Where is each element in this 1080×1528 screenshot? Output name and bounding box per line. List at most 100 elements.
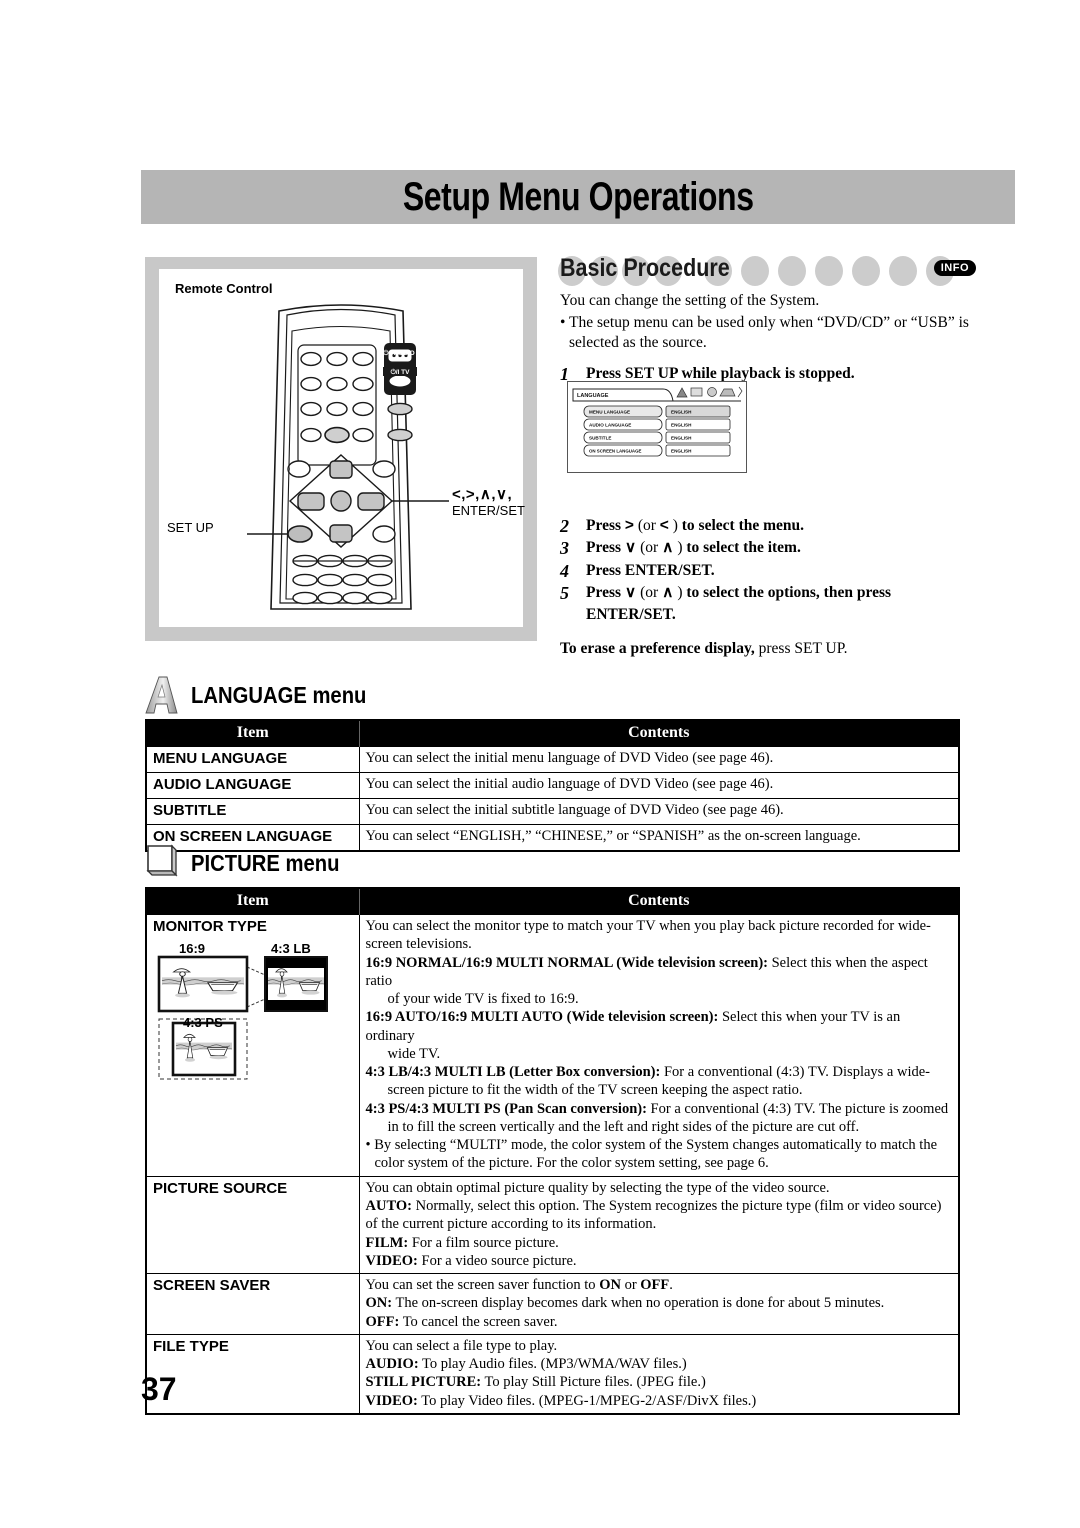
- remote-control-illustration: ⏻/I AUDIO ⏻/I TV ⏻/I TV: [247, 304, 449, 610]
- row-contents: You can select the monitor type to match…: [359, 914, 958, 1177]
- step-2-number: 2: [560, 516, 569, 536]
- step-5: 5 Press ∨ (or ∧ ) to select the options,…: [560, 583, 892, 623]
- contents-line: You can select the initial audio languag…: [365, 775, 774, 792]
- info-badge: INFO: [933, 260, 976, 276]
- basic-procedure-header: Basic Procedure INFO: [558, 254, 978, 288]
- picture-col-item: Item: [147, 889, 360, 915]
- row-item-label: MONITOR TYPE 16:9 4:3 LB 4:3 PS: [147, 914, 360, 1177]
- step-3: 3 Press ∨ (or ∧ ) to select the item.: [560, 537, 980, 558]
- contents-line: in to fill the screen vertically and the…: [387, 1118, 860, 1135]
- cursor-callout-label-line1: <,>,∧,∨,: [452, 486, 513, 503]
- erase-note-bold: To erase a preference display,: [560, 640, 755, 657]
- basic-procedure-bullet: • The setup menu can be used only when “…: [560, 313, 969, 352]
- contents-line: STILL PICTURE: To play Still Picture fil…: [365, 1374, 706, 1391]
- erase-note-rest: press SET UP.: [754, 640, 848, 657]
- figure-caption-169: 16:9: [179, 940, 206, 956]
- screen-icon: [146, 844, 178, 877]
- table-row: MONITOR TYPE 16:9 4:3 LB 4:3 PS You can …: [147, 914, 958, 1177]
- basic-procedure-intro: You can change the setting of the System…: [560, 292, 820, 309]
- contents-line: 16:9 AUTO/16:9 MULTI AUTO (Wide televisi…: [365, 1009, 901, 1044]
- svg-text:MENU LANGUAGE: MENU LANGUAGE: [589, 410, 630, 415]
- step-2: 2 Press > (or < ) to select the menu.: [560, 515, 980, 536]
- contents-line: You can select the monitor type to match…: [365, 918, 931, 953]
- svg-text:⏻/I TV: ⏻/I TV: [391, 368, 411, 376]
- language-col-item: Item: [147, 721, 360, 747]
- contents-line: You can select the initial subtitle lang…: [365, 801, 784, 818]
- step-4-number: 4: [560, 560, 569, 581]
- table-row: MENU LANGUAGE You can select the initial …: [147, 746, 958, 773]
- row-contents: You can obtain optimal picture quality b…: [359, 1175, 958, 1274]
- contents-line: VIDEO: To play Video files. (MPEG-1/MPEG…: [365, 1392, 757, 1409]
- row-item-label: FILE TYPE: [147, 1333, 360, 1413]
- right-arrow-glyph: >: [624, 517, 634, 534]
- row-contents: You can select a file type to play. AUDIO…: [359, 1333, 958, 1413]
- contents-line: 16:9 NORMAL/16:9 MULTI NORMAL (Wide tele…: [365, 954, 928, 989]
- contents-line: You can select “ENGLISH,” “CHINESE,” or …: [365, 827, 861, 844]
- page-number: 37: [141, 1371, 177, 1407]
- remote-control-figure: Remote Control ⏻/I AUDIO ⏻/I TV SET UP <…: [159, 269, 525, 627]
- row-contents: You can select the initial subtitle lang…: [359, 797, 958, 825]
- row-item-label: SCREEN SAVER: [147, 1273, 360, 1335]
- picture-menu-table: Item Contents MONITOR TYPE 16:9 4:3 LB 4…: [145, 887, 960, 1415]
- picture-section-heading: PICTURE menu: [145, 843, 360, 883]
- contents-line: ON: The on-screen display becomes dark w…: [365, 1295, 885, 1312]
- osd-tab-label: LANGUAGE: [577, 393, 609, 399]
- picture-section-title: PICTURE menu: [191, 849, 340, 876]
- osd-language-screenshot: LANGUAGE MENU LANGUAGE ENGLISH AUDIO LAN…: [567, 381, 747, 478]
- table-row: SCREEN SAVER You can set the screen saver…: [147, 1273, 958, 1335]
- contents-line: VIDEO: For a video source picture.: [365, 1252, 577, 1269]
- svg-text:ON SCREEN LANGUAGE: ON SCREEN LANGUAGE: [589, 449, 642, 454]
- svg-text:ENGLISH: ENGLISH: [671, 436, 692, 441]
- basic-procedure-title: Basic Procedure: [560, 254, 730, 282]
- table-row: AUDIO LANGUAGE You can select the initial…: [147, 771, 958, 799]
- row-item-label: SUBTITLE: [147, 797, 360, 825]
- language-section-title: LANGUAGE menu: [191, 681, 367, 708]
- row-contents: You can select the initial menu language…: [359, 746, 958, 773]
- erase-preference-note: To erase a preference display, press SET…: [560, 640, 980, 658]
- row-item-label: AUDIO LANGUAGE: [147, 771, 360, 799]
- step-5-number: 5: [560, 583, 569, 604]
- contents-line: AUDIO: To play Audio files. (MP3/WMA/WAV…: [365, 1356, 687, 1373]
- svg-text:ENGLISH: ENGLISH: [671, 423, 692, 428]
- contents-line: You can obtain optimal picture quality b…: [365, 1179, 830, 1196]
- setup-callout-label: SET UP: [167, 520, 214, 535]
- contents-line: 4:3 LB/4:3 MULTI LB (Letter Box conversi…: [365, 1064, 931, 1081]
- step-4-text: Press ENTER/SET.: [586, 561, 715, 579]
- contents-line: screen picture to fit the width of the T…: [387, 1082, 803, 1099]
- row-item-label: PICTURE SOURCE: [147, 1175, 360, 1274]
- contents-line: You can set the screen saver function to…: [365, 1277, 673, 1294]
- svg-text:AUDIO LANGUAGE: AUDIO LANGUAGE: [589, 423, 631, 428]
- svg-text:SUBTITLE: SUBTITLE: [589, 436, 611, 441]
- power-audio-label: ⏻/I AUDIO: [383, 349, 414, 357]
- down-arrow-glyph: ∨: [624, 539, 637, 557]
- table-row: SUBTITLE You can select the initial subti…: [147, 797, 958, 825]
- letter-a-icon: [145, 676, 178, 714]
- contents-line: You can select a file type to play.: [365, 1337, 558, 1354]
- picture-col-contents: Contents: [359, 889, 958, 915]
- contents-line: AUTO: Normally, select this option. The …: [365, 1197, 942, 1233]
- basic-procedure-steps: 2 Press > (or < ) to select the menu. 3 …: [560, 511, 980, 625]
- svg-text:ENGLISH: ENGLISH: [671, 449, 692, 454]
- contents-line: 4:3 PS/4:3 MULTI PS (Pan Scan conversion…: [365, 1100, 949, 1117]
- monitor-type-figure: 16:9 4:3 LB 4:3 PS: [155, 941, 355, 1093]
- step-3-number: 3: [560, 538, 569, 559]
- step-4: 4 Press ENTER/SET.: [560, 560, 980, 581]
- language-col-contents: Contents: [359, 721, 958, 747]
- step-1-text: Press SET UP while playback is stopped.: [586, 364, 855, 382]
- contents-line: You can select the initial menu language…: [365, 750, 774, 766]
- table-row: FILE TYPE You can select a file type to p…: [147, 1333, 958, 1413]
- row-contents: You can set the screen saver function to…: [359, 1273, 958, 1335]
- row-contents: You can select “ENGLISH,” “CHINESE,” or …: [359, 823, 958, 850]
- svg-text:ENGLISH: ENGLISH: [671, 410, 692, 415]
- contents-line: of your wide TV is fixed to 16:9.: [387, 991, 579, 1008]
- figure-caption-43lb: 4:3 LB: [271, 940, 311, 956]
- row-item-label: MENU LANGUAGE: [147, 746, 360, 773]
- contents-line: OFF: To cancel the screen saver.: [365, 1313, 558, 1330]
- basic-procedure-body: You can change the setting of the System…: [560, 291, 980, 384]
- table-row: PICTURE SOURCE You can obtain optimal pic…: [147, 1175, 958, 1274]
- contents-line: • By selecting “MULTI” mode, the color s…: [365, 1137, 938, 1172]
- cursor-callout-label-line2: ENTER/SET: [452, 503, 525, 518]
- language-section-heading: LANGUAGE menu: [145, 675, 390, 715]
- language-menu-table: Item Contents MENU LANGUAGE You can selec…: [145, 719, 960, 852]
- contents-line: wide TV.: [387, 1045, 441, 1062]
